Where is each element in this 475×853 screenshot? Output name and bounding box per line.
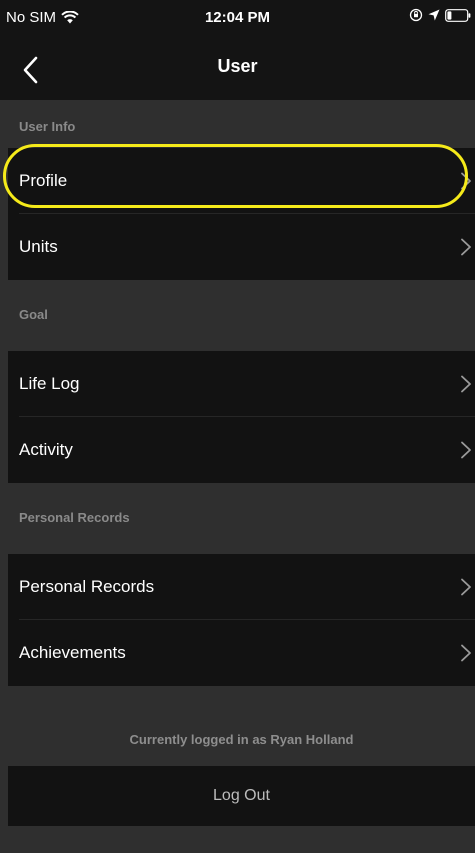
status-icons bbox=[409, 8, 471, 22]
status-time: 12:04 PM bbox=[204, 9, 271, 26]
list-item-profile[interactable]: Profile bbox=[8, 148, 475, 214]
list-item-activity[interactable]: Activity bbox=[8, 417, 475, 483]
logout-label: Log Out bbox=[213, 787, 270, 804]
list-item-life-log[interactable]: Life Log bbox=[8, 351, 475, 417]
list-item-units[interactable]: Units bbox=[8, 214, 475, 280]
chevron-right-icon bbox=[461, 375, 471, 393]
logout-button[interactable]: Log Out bbox=[8, 766, 475, 826]
list-item-personal-records[interactable]: Personal Records bbox=[8, 554, 475, 620]
settings-list: User Info Profile Units Goal Life Log Ac… bbox=[8, 100, 475, 853]
list-item-label: Achievements bbox=[19, 643, 126, 662]
list-item-label: Profile bbox=[19, 171, 68, 190]
status-bar: No SIM 12:04 PM bbox=[0, 0, 475, 40]
chevron-right-icon bbox=[461, 441, 471, 459]
app-screen: No SIM 12:04 PM User User Info Profile U… bbox=[0, 0, 475, 853]
section-header-personal-records: Personal Records bbox=[19, 510, 130, 525]
chevron-right-icon bbox=[461, 644, 471, 662]
list-item-label: Units bbox=[19, 237, 58, 256]
section-header-user-info: User Info bbox=[19, 119, 76, 134]
section-header-gap bbox=[8, 532, 475, 554]
chevron-right-icon bbox=[461, 238, 471, 256]
location-arrow-icon bbox=[428, 9, 440, 21]
battery-icon bbox=[445, 8, 471, 22]
section-header-gap bbox=[8, 329, 475, 351]
section-header-goal: Goal bbox=[19, 307, 48, 322]
list-item-achievements[interactable]: Achievements bbox=[8, 620, 475, 686]
navigation-bar: User bbox=[0, 40, 475, 100]
list-item-label: Personal Records bbox=[19, 577, 155, 596]
chevron-right-icon bbox=[461, 578, 471, 596]
list-item-label: Activity bbox=[19, 440, 73, 459]
list-item-label: Life Log bbox=[19, 374, 80, 393]
orientation-lock-icon bbox=[409, 8, 423, 22]
chevron-right-icon bbox=[461, 172, 471, 190]
page-title: User bbox=[217, 56, 258, 76]
logged-in-status: Currently logged in as Ryan Holland bbox=[129, 732, 354, 747]
